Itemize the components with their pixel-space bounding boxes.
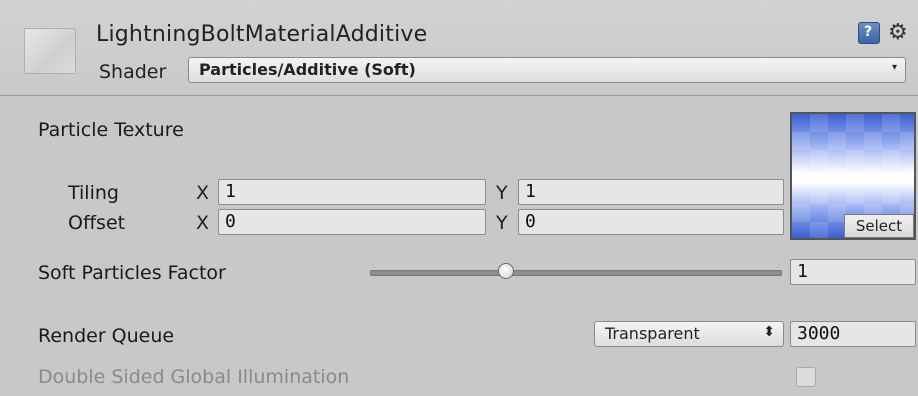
material-name: LightningBoltMaterialAdditive bbox=[96, 22, 428, 47]
offset-label: Offset bbox=[68, 212, 126, 234]
texture-select-button[interactable]: Select bbox=[844, 214, 914, 238]
render-queue-mode: Transparent bbox=[605, 324, 700, 343]
tiling-y-label: Y bbox=[496, 182, 508, 204]
tiling-label: Tiling bbox=[68, 182, 119, 204]
particle-texture-label: Particle Texture bbox=[38, 119, 184, 141]
soft-particles-value-field[interactable]: 1 bbox=[790, 259, 916, 285]
soft-particles-slider-track[interactable] bbox=[370, 270, 782, 276]
shader-label: Shader bbox=[99, 61, 167, 83]
render-queue-label: Render Queue bbox=[38, 325, 175, 347]
shader-dropdown-value: Particles/Additive (Soft) bbox=[199, 60, 416, 79]
render-queue-dropdown[interactable]: Transparent ⬍ bbox=[594, 321, 784, 347]
material-header: LightningBoltMaterialAdditive Shader Par… bbox=[0, 0, 918, 96]
gear-icon[interactable]: ⚙ bbox=[888, 20, 908, 45]
soft-particles-label: Soft Particles Factor bbox=[38, 262, 226, 284]
tiling-x-field[interactable]: 1 bbox=[218, 179, 486, 205]
shader-dropdown[interactable]: Particles/Additive (Soft) ▾ bbox=[188, 57, 906, 83]
up-down-arrows-icon: ⬍ bbox=[763, 324, 775, 340]
material-preview-thumbnail bbox=[24, 28, 76, 74]
help-icon[interactable] bbox=[858, 22, 880, 44]
double-sided-gi-label: Double Sided Global Illumination bbox=[38, 366, 350, 388]
chevron-down-icon: ▾ bbox=[891, 62, 897, 73]
tiling-y-field[interactable]: 1 bbox=[518, 179, 784, 205]
texture-preview[interactable]: Select bbox=[790, 112, 916, 240]
render-queue-value-field[interactable]: 3000 bbox=[790, 321, 916, 347]
offset-y-field[interactable]: 0 bbox=[518, 209, 784, 235]
offset-y-label: Y bbox=[496, 212, 508, 234]
offset-x-field[interactable]: 0 bbox=[218, 209, 486, 235]
double-sided-gi-checkbox[interactable] bbox=[796, 367, 816, 387]
offset-x-label: X bbox=[196, 212, 210, 234]
soft-particles-slider-thumb[interactable] bbox=[497, 263, 514, 279]
tiling-x-label: X bbox=[196, 182, 210, 204]
